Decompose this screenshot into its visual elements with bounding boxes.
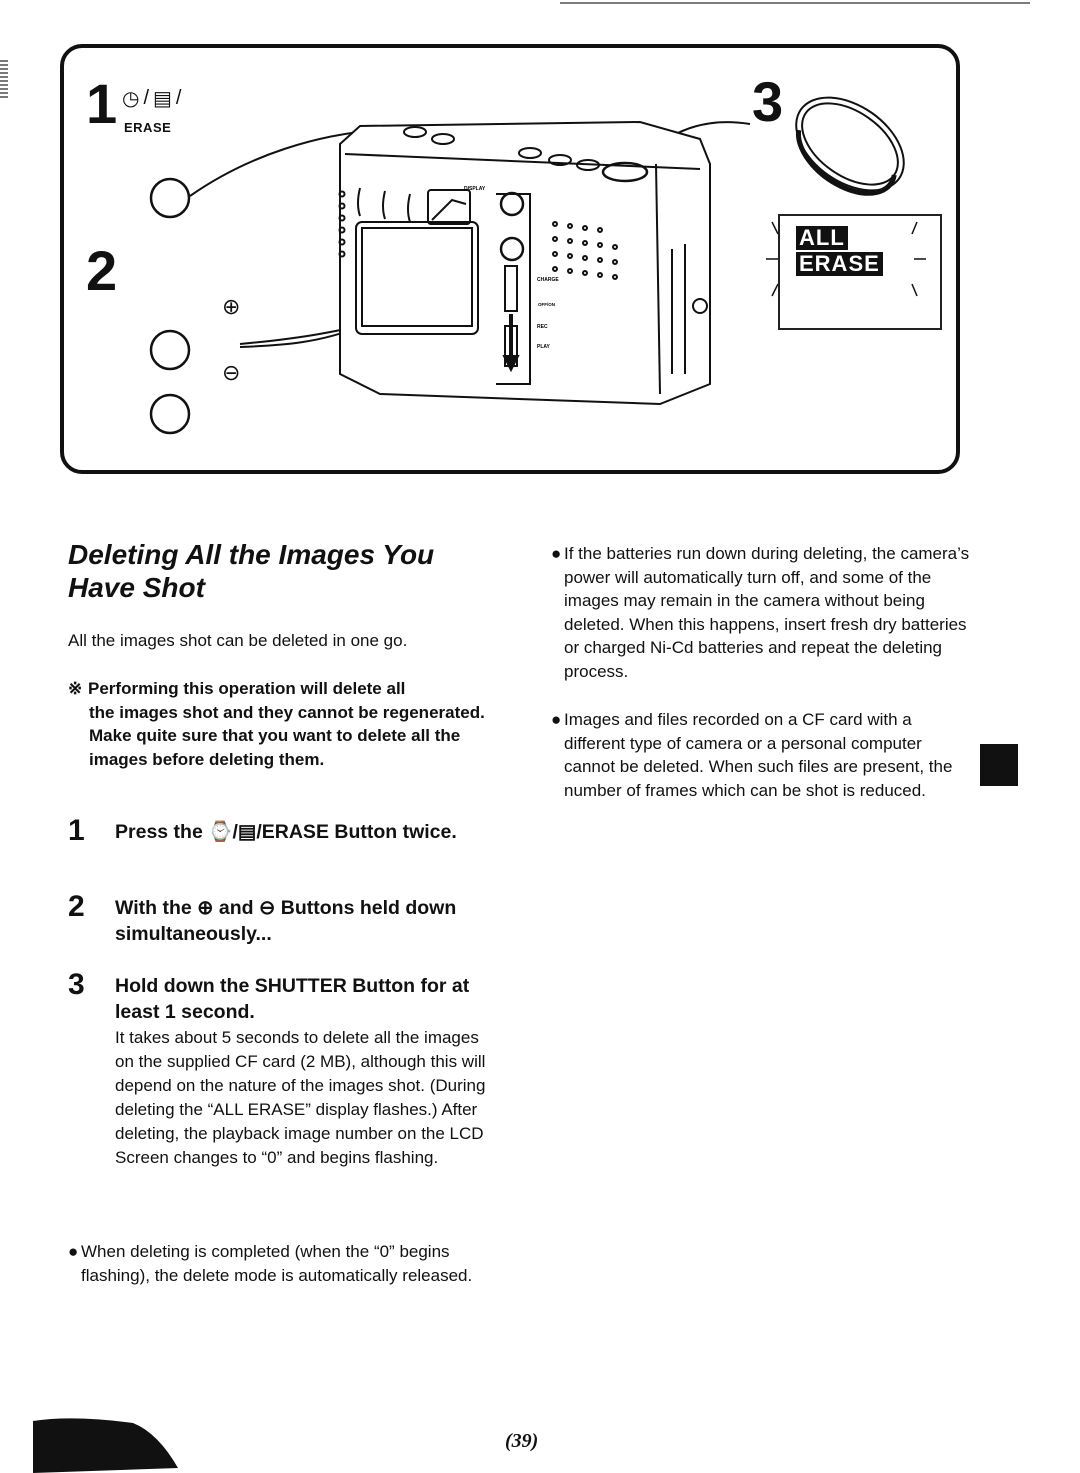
scan-artifact-edge [0, 60, 8, 100]
camera-label-play: PLAY [537, 344, 551, 350]
step-2: 2 With the ⊕ and ⊖ Buttons held down sim… [68, 892, 498, 947]
cf-card-note: ● Images and files recorded on a CF card… [551, 708, 971, 802]
illustration-erase-label: ERASE [124, 120, 172, 135]
warning-first-line: Performing this operation will delete al… [88, 679, 406, 698]
self-timer-burst-icon: ⌚/▤/ [208, 821, 262, 843]
shutter-button-callout [795, 96, 905, 196]
section-intro: All the images shot can be deleted in on… [68, 631, 408, 650]
step-2-heading-mid: and [213, 897, 260, 919]
camera-label-off-on: OFF/ON [538, 302, 555, 307]
camera-label-charge: CHARGE [537, 277, 559, 283]
minus-button-icon: ⊖ [259, 897, 276, 919]
scan-corner-shadow [33, 1418, 178, 1473]
warning-note: ※ Performing this operation will delete a… [68, 677, 488, 771]
erase-button-callout [149, 177, 191, 219]
step-1-heading-prefix: Press the [115, 821, 209, 843]
section-title: Deleting All the Images You Have Shot [68, 539, 435, 603]
minus-button-callout [149, 393, 191, 435]
completion-note: ● When deleting is completed (when the “… [68, 1240, 478, 1287]
step-1-number: 1 [68, 814, 85, 847]
warning-rest: the images shot and they cannot be regen… [89, 702, 485, 769]
step-1: 1 Press the ⌚/▤/ERASE Button twice. [68, 816, 498, 846]
step-1-heading-suffix: ERASE Button twice. [261, 821, 457, 843]
plus-button-callout [149, 329, 191, 371]
section-tab-marker [980, 744, 1018, 786]
step-3: 3 Hold down the SHUTTER Button for at le… [68, 970, 498, 1170]
lcd-line-all: ALL [796, 226, 848, 250]
illustration-step-3-number: 3 [752, 70, 784, 133]
illustration-step-2-number: 2 [86, 239, 118, 302]
step-3-number: 3 [68, 968, 85, 1001]
lcd-all-erase-display: ALL ERASE [778, 214, 942, 330]
reference-mark-icon: ※ [68, 679, 83, 698]
battery-note-text: If the batteries run down during deletin… [564, 544, 970, 681]
camera-label-display: DISPLAY [464, 186, 486, 192]
bullet-icon: ● [551, 710, 562, 729]
minus-icon: ⊖ [222, 360, 241, 385]
lcd-line-erase: ERASE [796, 252, 883, 276]
camera-body [338, 120, 711, 406]
self-timer-icon: ◷ [122, 88, 140, 110]
completion-note-text: When deleting is completed (when the “0”… [81, 1242, 473, 1285]
plus-icon: ⊕ [222, 294, 241, 319]
step-1-heading: Press the ⌚/▤/ERASE Button twice. [115, 820, 498, 846]
bullet-icon: ● [68, 1242, 79, 1261]
illustration-step-1-number: 1 [86, 72, 118, 135]
step-2-heading: With the ⊕ and ⊖ Buttons held down simul… [115, 896, 498, 947]
step-3-body: It takes about 5 seconds to delete all t… [115, 1028, 486, 1167]
cf-card-note-text: Images and files recorded on a CF card w… [564, 710, 953, 800]
page-number: (39) [505, 1430, 539, 1452]
step-2-number: 2 [68, 890, 85, 923]
scan-artifact-line [560, 2, 1030, 4]
burst-icon: ▤ [153, 88, 172, 110]
step-3-heading: Hold down the SHUTTER Button for at leas… [115, 975, 470, 1023]
camera-label-rec: REC [537, 324, 548, 330]
step-2-heading-prefix: With the [115, 897, 198, 919]
battery-note: ● If the batteries run down during delet… [551, 542, 971, 683]
illustration-step-1-symbols: ◷ / ▤ / [122, 87, 182, 110]
bullet-icon: ● [551, 544, 562, 563]
plus-button-icon: ⊕ [197, 897, 214, 919]
